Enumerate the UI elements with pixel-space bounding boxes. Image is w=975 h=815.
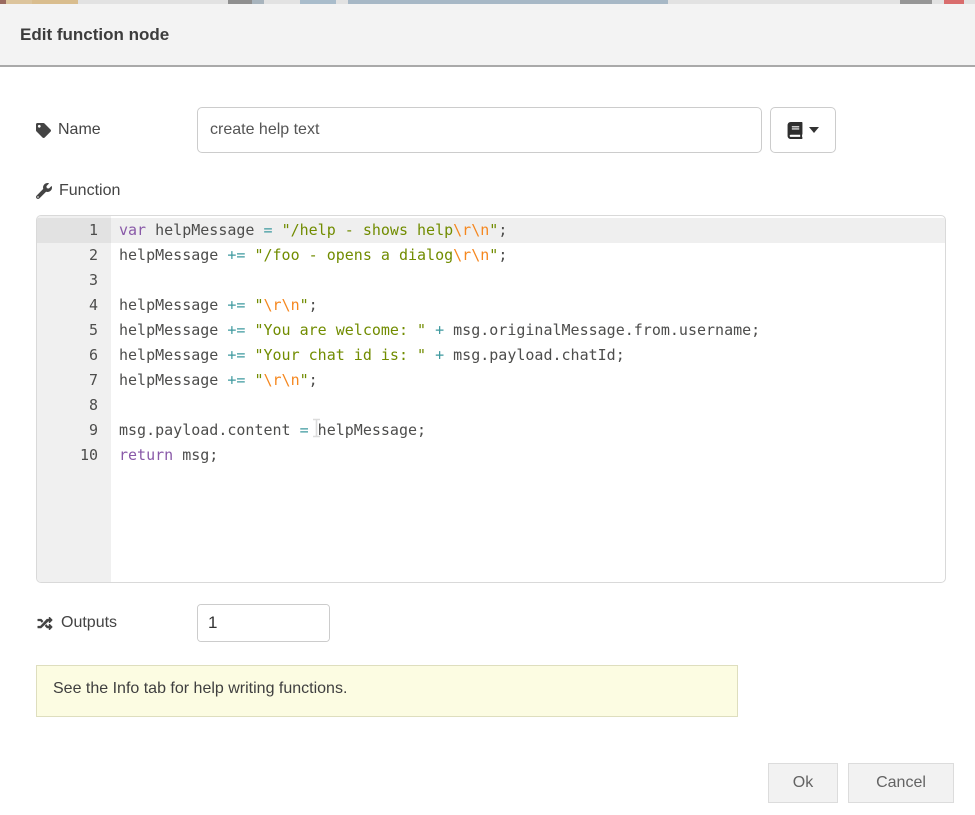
editor-gutter: 12345678910 — [37, 216, 111, 582]
wrench-icon — [36, 183, 52, 199]
code-line[interactable]: return msg; — [111, 443, 945, 468]
code-line[interactable]: helpMessage += "\r\n"; — [111, 293, 945, 318]
caret-down-icon — [809, 127, 819, 133]
line-number: 7 — [37, 368, 111, 393]
line-number: 4 — [37, 293, 111, 318]
line-number: 9 — [37, 418, 111, 443]
outputs-label-text: Outputs — [61, 614, 117, 632]
function-label-text: Function — [59, 182, 120, 200]
shuffle-icon — [36, 616, 54, 631]
line-number: 6 — [37, 343, 111, 368]
screen: Edit function node Name Function 1234567… — [0, 0, 975, 815]
outputs-label: Outputs — [36, 604, 117, 642]
info-tip-text: See the Info tab for help writing functi… — [53, 680, 347, 697]
line-number: 3 — [37, 268, 111, 293]
line-number: 10 — [37, 443, 111, 468]
tag-icon — [36, 123, 51, 138]
code-line[interactable]: helpMessage += "\r\n"; — [111, 368, 945, 393]
editor-code[interactable]: var helpMessage = "/help - shows help\r\… — [111, 216, 945, 582]
dialog-title: Edit function node — [20, 25, 169, 45]
ok-button[interactable]: Ok — [768, 763, 838, 803]
function-code-editor[interactable]: 12345678910 var helpMessage = "/help - s… — [36, 215, 946, 583]
book-icon — [787, 122, 803, 139]
dialog-header: Edit function node — [0, 4, 975, 67]
line-number: 1 — [37, 218, 111, 243]
outputs-input[interactable] — [198, 605, 330, 641]
outputs-spinner — [197, 604, 330, 642]
function-label: Function — [36, 180, 120, 202]
cancel-button[interactable]: Cancel — [848, 763, 954, 803]
code-line[interactable]: var helpMessage = "/help - shows help\r\… — [111, 218, 945, 243]
text-cursor-ibeam — [311, 418, 322, 438]
code-line[interactable]: helpMessage += "Your chat id is: " + msg… — [111, 343, 945, 368]
name-label: Name — [36, 107, 101, 153]
edit-function-node-dialog: Edit function node Name Function 1234567… — [0, 4, 975, 815]
line-number: 2 — [37, 243, 111, 268]
info-tip: See the Info tab for help writing functi… — [36, 665, 738, 717]
line-number: 8 — [37, 393, 111, 418]
name-input[interactable] — [197, 107, 762, 153]
library-menu-button[interactable] — [770, 107, 836, 153]
name-label-text: Name — [58, 121, 101, 139]
code-line[interactable]: helpMessage += "You are welcome: " + msg… — [111, 318, 945, 343]
code-line[interactable]: msg.payload.content = helpMessage; — [111, 418, 945, 443]
line-number: 5 — [37, 318, 111, 343]
code-line[interactable]: helpMessage += "/foo - opens a dialog\r\… — [111, 243, 945, 268]
code-line[interactable] — [111, 393, 945, 418]
code-line[interactable] — [111, 268, 945, 293]
